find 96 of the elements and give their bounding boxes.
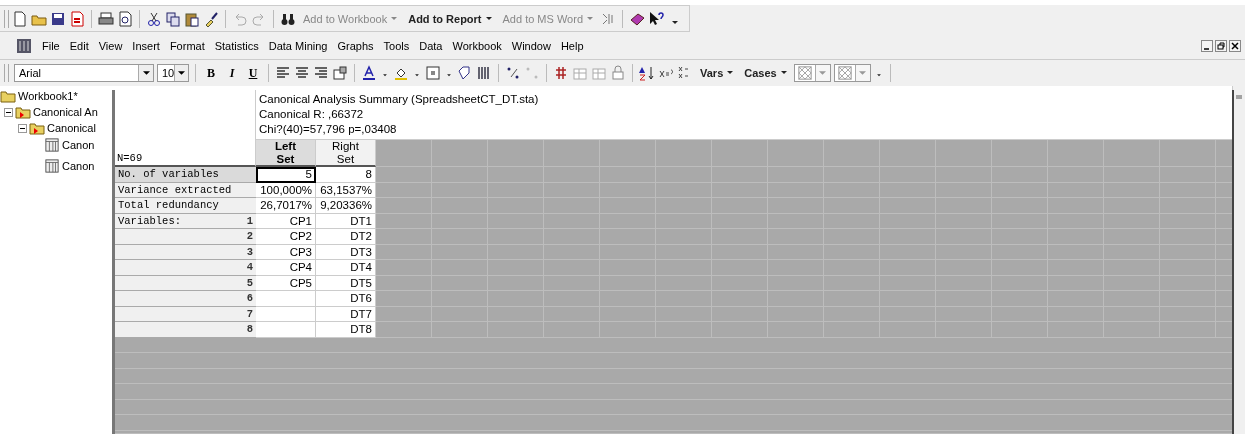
menu-item[interactable]: Window (511, 39, 551, 52)
table-cell[interactable]: 100,000% (256, 182, 316, 198)
caret-icon (587, 16, 593, 21)
new-file-icon[interactable] (12, 10, 28, 27)
text-style-button[interactable]: B (202, 65, 220, 81)
spreadsheet-title: Chi?(40)=57,796 p=,03408 (259, 122, 398, 137)
caret-icon (178, 70, 186, 76)
menu-item[interactable]: Format (169, 39, 205, 52)
caret-icon (780, 71, 787, 75)
spreadsheet-icon[interactable] (16, 37, 32, 54)
tree-item[interactable]: Canon (44, 136, 112, 154)
pdf-icon[interactable] (69, 10, 85, 27)
caret-icon (142, 70, 150, 76)
caret-icon (859, 70, 867, 76)
grid-icon[interactable] (553, 65, 569, 81)
row-header[interactable]: No. of variables (115, 167, 256, 183)
brush-icon[interactable] (203, 10, 219, 27)
row-header[interactable]: Total redundancy (115, 198, 256, 214)
table-cell[interactable]: CP1 (256, 213, 316, 229)
pattern-dropdown[interactable] (833, 64, 871, 82)
table-cell[interactable] (256, 322, 316, 338)
print-icon[interactable] (98, 10, 114, 27)
paste-icon[interactable] (184, 10, 200, 27)
restore-icon[interactable] (1215, 39, 1227, 52)
bars-icon[interactable] (476, 65, 492, 81)
row-header[interactable]: 6 (115, 291, 256, 307)
close-icon[interactable] (1229, 39, 1241, 52)
pattern-icon (796, 66, 813, 80)
menu-item[interactable]: Insert (132, 39, 160, 52)
table-cell[interactable]: CP5 (256, 275, 316, 291)
spreadsheet-title: Canonical R: ,66372 (259, 107, 365, 122)
toolbar-dropdown-button[interactable]: Add to Report (404, 12, 496, 25)
lock-icon[interactable] (610, 65, 626, 81)
minimize-icon[interactable] (1201, 39, 1213, 52)
table-cell[interactable]: CP4 (256, 260, 316, 276)
folder-icon (15, 105, 31, 119)
align-left-icon[interactable] (275, 65, 291, 81)
spreadsheet-icon (44, 159, 60, 173)
table-cell[interactable] (256, 291, 316, 307)
tree-item[interactable]: Canon (44, 157, 112, 175)
menu-item[interactable]: Tools (383, 39, 410, 52)
table-cell[interactable]: 26,7017% (256, 198, 316, 214)
menu-item[interactable]: Graphs (337, 39, 374, 52)
tag-icon[interactable] (457, 65, 473, 81)
column-header[interactable]: Right Set (316, 140, 376, 167)
collapse-icon[interactable] (18, 123, 27, 133)
cut-icon[interactable] (146, 10, 162, 27)
row-header[interactable]: 2 (115, 229, 256, 245)
pattern-icon (836, 66, 853, 80)
sample-size-label: N=69 (117, 152, 143, 164)
menu-item[interactable]: Help (560, 39, 584, 52)
folder-icon (0, 89, 16, 103)
row-header[interactable]: 4 (115, 260, 256, 276)
font-size-dropdown[interactable]: 10 (157, 64, 189, 82)
menu-item[interactable]: Edit (69, 39, 89, 52)
align-center-icon[interactable] (294, 65, 310, 81)
text-style-button[interactable]: I (223, 65, 241, 81)
spreadsheet-title: Canonical Analysis Summary (SpreadsheetCT_DT.sta) (259, 92, 540, 107)
tree-item[interactable]: Canonical An (4, 104, 112, 120)
copy-icon[interactable] (165, 10, 181, 27)
menu-item[interactable]: File (42, 39, 60, 52)
font-dropdown[interactable]: Arial (14, 64, 154, 82)
table-cell[interactable]: CP2 (256, 229, 316, 245)
row-header[interactable]: 8 (115, 322, 256, 338)
spreadsheet-icon (44, 138, 60, 152)
collapse-icon[interactable] (4, 107, 13, 117)
align-right-icon[interactable] (313, 65, 329, 81)
split-handle-icon[interactable] (1234, 92, 1244, 102)
save-icon[interactable] (50, 10, 66, 27)
menu-item[interactable]: Statistics (214, 39, 259, 52)
sort-icon[interactable] (639, 65, 655, 81)
caret-icon (727, 71, 734, 75)
tree-item[interactable]: Workbook1* (0, 88, 112, 104)
column-header[interactable]: Left Set (256, 140, 316, 167)
toolbar-dropdown-button[interactable]: Cases (740, 67, 791, 79)
menu-item[interactable]: Data Mining (268, 39, 328, 52)
menu-item[interactable]: Workbook (452, 39, 502, 52)
menu-item[interactable]: View (98, 39, 123, 52)
table-cell[interactable]: 5 (256, 167, 316, 183)
table-cell[interactable]: CP3 (256, 244, 316, 260)
help-pointer-icon[interactable] (648, 10, 664, 27)
caret-icon (819, 70, 827, 76)
tree-item[interactable]: Canonical (18, 120, 112, 136)
scatter-icon[interactable] (505, 65, 521, 81)
folder-icon (29, 121, 45, 135)
merge-cells-icon[interactable] (332, 65, 348, 81)
caret-icon (485, 16, 492, 21)
pattern-dropdown[interactable] (793, 64, 831, 82)
caret-icon (391, 16, 398, 21)
toolbar-dropdown-button[interactable]: Vars (696, 67, 738, 79)
font-color-icon[interactable] (361, 65, 377, 81)
print-preview-icon[interactable] (117, 10, 133, 27)
table-cell[interactable] (256, 306, 316, 322)
menu-item[interactable]: Data (419, 39, 443, 52)
text-style-button[interactable]: U (244, 65, 262, 81)
border-icon[interactable] (425, 65, 441, 81)
